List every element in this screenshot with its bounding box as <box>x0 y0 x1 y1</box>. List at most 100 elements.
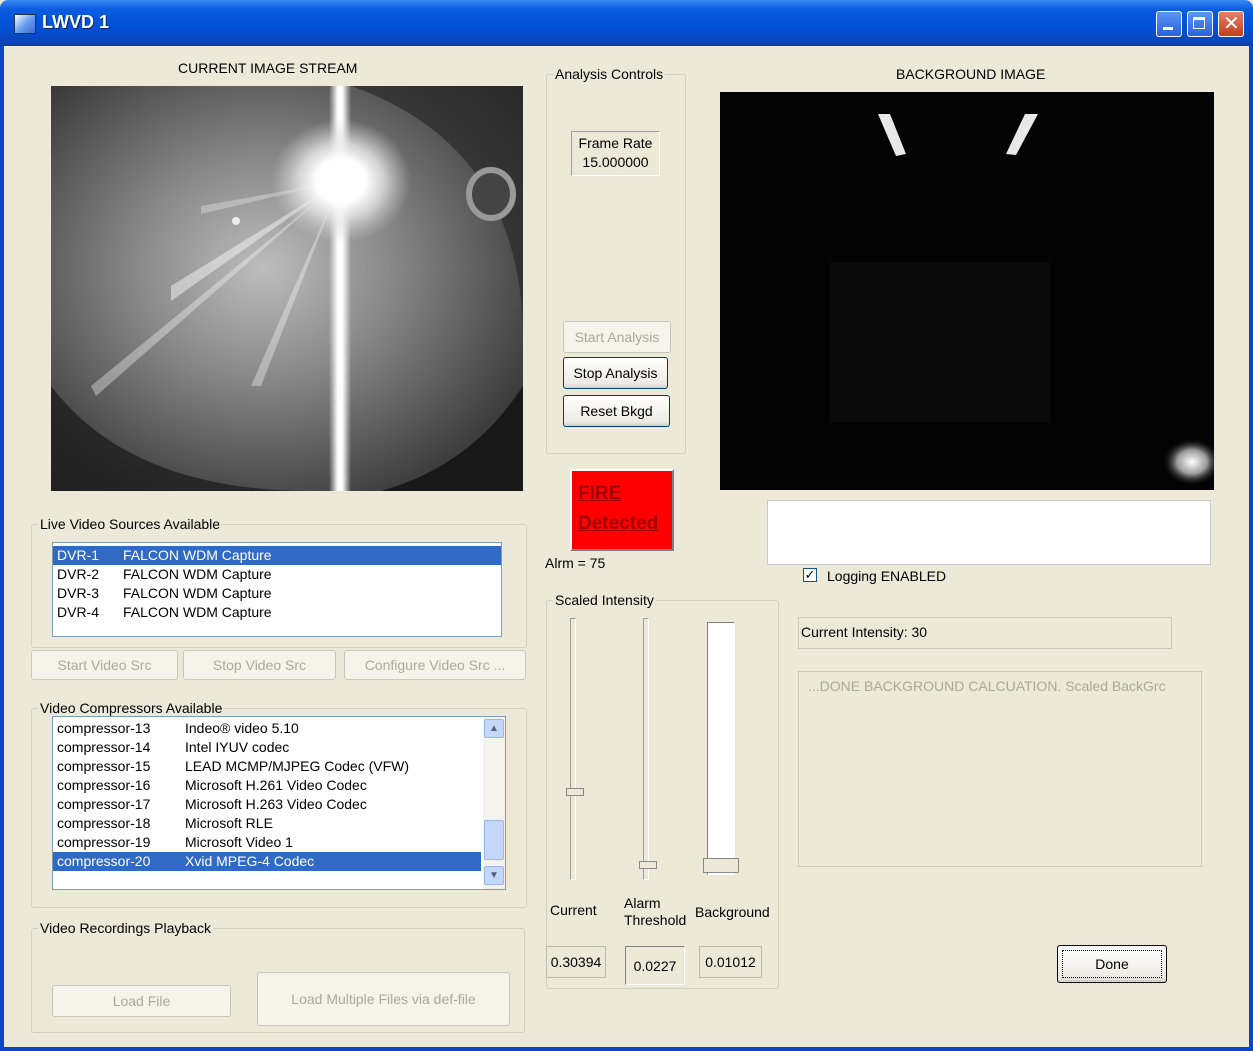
logging-checkbox[interactable]: ✓ <box>803 568 817 582</box>
compressors-label: Video Compressors Available <box>38 700 225 716</box>
video-source-row[interactable]: DVR-1 FALCON WDM Capture <box>53 546 501 565</box>
compressor-row-name: Microsoft RLE <box>185 815 273 831</box>
current-slider-thumb[interactable] <box>566 788 584 796</box>
checkmark-icon: ✓ <box>804 567 816 582</box>
alarm-threshold-label-line2: Threshold <box>624 912 687 928</box>
background-label: Background <box>695 904 770 920</box>
stop-video-source-button[interactable]: Stop Video Src <box>183 650 336 680</box>
alarm-threshold-label-line1: Alarm <box>624 895 661 911</box>
compressors-scrollbar[interactable]: ▲ ▼ <box>483 717 505 889</box>
compressor-row-name: Xvid MPEG-4 Codec <box>185 853 315 869</box>
video-source-row-id: DVR-4 <box>57 604 100 620</box>
fire-detected-indicator: FIRE Detected <box>570 469 674 551</box>
compressor-row[interactable]: compressor-18 Microsoft RLE <box>53 814 481 833</box>
logging-label: Logging ENABLED <box>827 568 947 584</box>
stop-analysis-button[interactable]: Stop Analysis <box>563 357 668 389</box>
scaled-intensity-label: Scaled Intensity <box>553 592 656 608</box>
background-level-bar <box>707 622 735 875</box>
compressor-row-id: compressor-15 <box>57 758 151 774</box>
compressors-list[interactable]: compressor-13 Indeo® video 5.10 compressor… <box>52 716 506 890</box>
configure-video-source-button[interactable]: Configure Video Src ... <box>344 650 526 680</box>
start-video-source-button[interactable]: Start Video Src <box>31 650 178 680</box>
status-text-area <box>767 500 1211 565</box>
scroll-down-icon[interactable]: ▼ <box>484 866 504 885</box>
fire-alarm-text-line2: Detected <box>578 513 659 534</box>
live-sources-list[interactable]: DVR-1 FALCON WDM Capture DVR-2 FALCON WDM C… <box>52 542 502 637</box>
compressor-row-id: compressor-16 <box>57 777 151 793</box>
compressor-row-id: compressor-14 <box>57 739 151 755</box>
background-image <box>720 92 1214 490</box>
compressor-row-id: compressor-18 <box>57 815 151 831</box>
current-value: 0.30394 <box>546 946 606 978</box>
done-button[interactable]: Done <box>1057 945 1167 983</box>
reset-background-button[interactable]: Reset Bkgd <box>563 395 670 427</box>
load-file-button[interactable]: Load File <box>52 985 231 1017</box>
current-image-stream <box>51 86 523 491</box>
close-icon: ✕ <box>1223 13 1240 35</box>
compressor-row[interactable]: compressor-19 Microsoft Video 1 <box>53 833 481 852</box>
video-source-row-name: FALCON WDM Capture <box>123 585 272 601</box>
window-frame-bottom <box>0 1047 1253 1051</box>
compressor-row[interactable]: compressor-14 Intel IYUV codec <box>53 738 481 757</box>
background-heading: BACKGROUND IMAGE <box>896 66 1046 82</box>
compressor-row-name: Microsoft Video 1 <box>185 834 293 850</box>
compressor-row-name: LEAD MCMP/MJPEG Codec (VFW) <box>185 758 410 774</box>
stream-heading: CURRENT IMAGE STREAM <box>178 60 358 76</box>
background-value: 0.01012 <box>699 946 762 978</box>
current-intensity-status: Current Intensity: 30 <box>798 617 1172 649</box>
video-source-row-id: DVR-3 <box>57 585 100 601</box>
compressor-row[interactable]: compressor-16 Microsoft H.261 Video Codec <box>53 776 481 795</box>
compressor-row[interactable]: compressor-13 Indeo® video 5.10 <box>53 719 481 738</box>
background-level-thumb <box>703 858 739 873</box>
live-sources-label: Live Video Sources Available <box>38 516 223 532</box>
compressor-row-id: compressor-19 <box>57 834 151 850</box>
scroll-up-icon[interactable]: ▲ <box>484 719 504 738</box>
compressor-row[interactable]: compressor-17 Microsoft H.263 Video Codec <box>53 795 481 814</box>
video-source-row[interactable]: DVR-4 FALCON WDM Capture <box>53 603 501 622</box>
camera-frame-image <box>51 86 523 491</box>
scroll-thumb[interactable] <box>484 820 504 860</box>
current-slider-track <box>570 618 576 880</box>
compressor-row[interactable]: compressor-15 LEAD MCMP/MJPEG Codec (VFW) <box>53 757 481 776</box>
compressor-row-name: Intel IYUV codec <box>185 739 290 755</box>
compressor-row-name: Microsoft H.263 Video Codec <box>185 796 367 812</box>
minimize-button[interactable] <box>1156 11 1182 37</box>
alarm-slider-track <box>643 618 649 880</box>
video-source-row-id: DVR-1 <box>57 547 100 563</box>
window-title: LWVD 1 <box>42 12 110 32</box>
maximize-icon <box>1193 17 1205 29</box>
alarm-value-label: Alrm = 75 <box>545 555 606 571</box>
fire-alarm-text-line1: FIRE <box>578 483 622 504</box>
compressor-row-name: Microsoft H.261 Video Codec <box>185 777 367 793</box>
video-source-row[interactable]: DVR-2 FALCON WDM Capture <box>53 565 501 584</box>
window-frame-right <box>1249 46 1253 1051</box>
background-frame-image <box>720 92 1214 490</box>
video-source-row[interactable]: DVR-3 FALCON WDM Capture <box>53 584 501 603</box>
analysis-controls-label: Analysis Controls <box>553 66 666 82</box>
compressor-row-id: compressor-17 <box>57 796 151 812</box>
alarm-slider-thumb[interactable] <box>639 860 657 869</box>
current-label: Current <box>550 902 597 918</box>
frame-rate-label: Frame Rate <box>578 135 653 151</box>
playback-label: Video Recordings Playback <box>38 920 213 936</box>
app-icon <box>14 14 36 34</box>
load-multiple-files-button[interactable]: Load Multiple Files via def-file <box>257 972 510 1026</box>
message-log: ...DONE BACKGROUND CALCUATION. Scaled Ba… <box>798 671 1202 867</box>
minimize-icon <box>1163 27 1173 30</box>
video-source-row-name: FALCON WDM Capture <box>123 604 272 620</box>
video-source-row-name: FALCON WDM Capture <box>123 566 272 582</box>
frame-rate-value: 15.000000 <box>582 154 649 170</box>
alarm-threshold-value[interactable]: 0.0227 <box>625 946 685 985</box>
video-source-row-name: FALCON WDM Capture <box>123 547 272 563</box>
compressor-row-id: compressor-20 <box>57 853 151 869</box>
compressor-row-id: compressor-13 <box>57 720 151 736</box>
start-analysis-button[interactable]: Start Analysis <box>563 321 671 353</box>
title-bar[interactable] <box>0 0 1253 46</box>
close-button[interactable]: ✕ <box>1218 11 1244 37</box>
done-label: Done <box>1062 950 1162 978</box>
maximize-button[interactable] <box>1187 11 1213 37</box>
compressor-row-name: Indeo® video 5.10 <box>185 720 299 736</box>
window-frame-left <box>0 46 4 1051</box>
video-source-row-id: DVR-2 <box>57 566 100 582</box>
compressor-row[interactable]: compressor-20 Xvid MPEG-4 Codec <box>53 852 481 871</box>
